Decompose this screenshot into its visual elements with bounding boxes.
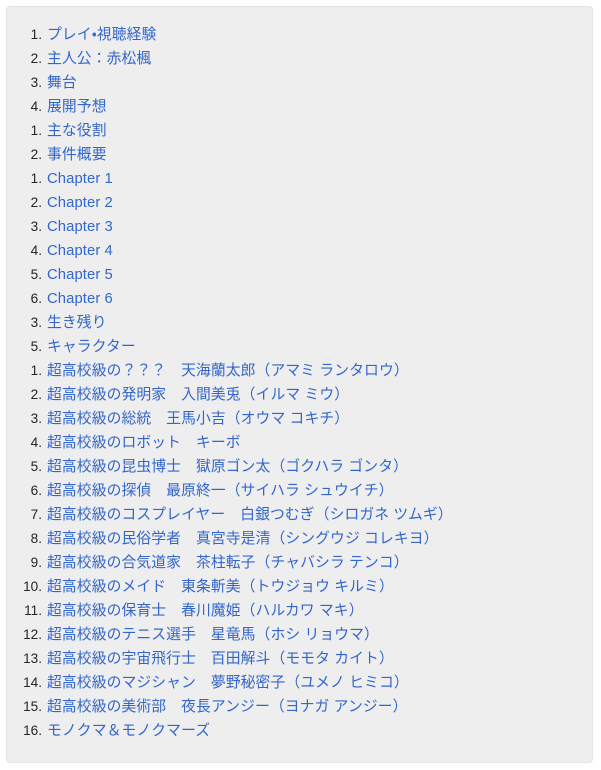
- list-item[interactable]: 10. 超高校級のメイド 東条斬美（トウジョウ キルミ）: [17, 575, 582, 599]
- toc-link[interactable]: 超高校級の昆虫博士 獄原ゴン太（ゴクハラ ゴンタ）: [47, 459, 408, 475]
- toc-number: 7.: [30, 507, 42, 522]
- toc-link[interactable]: 超高校級の保育士 春川魔姫（ハルカワ マキ）: [47, 603, 364, 619]
- toc-link[interactable]: 超高校級の宇宙飛行士 百田解斗（モモタ カイト）: [47, 651, 394, 667]
- toc-number: 4.: [30, 435, 42, 450]
- toc-link[interactable]: 超高校級の総統 王馬小吉（オウマ コキチ）: [47, 411, 349, 427]
- toc-item-stage[interactable]: 3. 舞台: [17, 71, 582, 95]
- list-item[interactable]: 15. 超高校級の美術部 夜長アンジー（ヨナガ アンジー）: [17, 695, 582, 719]
- toc-link[interactable]: Chapter 3: [47, 219, 113, 235]
- toc-link[interactable]: 超高校級の美術部 夜長アンジー（ヨナガ アンジー）: [47, 699, 408, 715]
- toc-number: 1.: [30, 123, 42, 138]
- toc-item-chapter-1[interactable]: 1. Chapter 1: [17, 167, 582, 191]
- toc-link[interactable]: Chapter 6: [47, 291, 113, 307]
- toc-item-main-roles[interactable]: 1. 主な役割: [17, 119, 582, 143]
- list-item[interactable]: 1. 超高校級の？？？ 天海蘭太郎（アマミ ランタロウ）: [17, 359, 582, 383]
- toc-number: 2.: [30, 147, 42, 162]
- toc-link[interactable]: 超高校級のメイド 東条斬美（トウジョウ キルミ）: [47, 579, 394, 595]
- toc-link[interactable]: 超高校級のコスプレイヤー 白銀つむぎ（シロガネ ツムギ）: [47, 507, 453, 523]
- toc-link[interactable]: Chapter 1: [47, 171, 113, 187]
- toc-number: 13.: [23, 651, 42, 666]
- toc-item-development-forecast[interactable]: 4. 展開予想: [17, 95, 582, 119]
- list-item[interactable]: 14. 超高校級のマジシャン 夢野秘密子（ユメノ ヒミコ）: [17, 671, 582, 695]
- list-item[interactable]: 12. 超高校級のテニス選手 星竜馬（ホシ リョウマ）: [17, 623, 582, 647]
- toc-item-characters[interactable]: 5. キャラクター: [17, 335, 582, 359]
- toc-link[interactable]: 舞台: [47, 75, 77, 91]
- toc-number: 5.: [30, 459, 42, 474]
- toc-item-chapter-3[interactable]: 3. Chapter 3: [17, 215, 582, 239]
- table-of-contents: 1. プレイ・視聴経験 2. 主人公：赤松楓 3. 舞台 4. 展開予想 1. 主な役割 …: [6, 6, 593, 763]
- toc-link[interactable]: モノクマ＆モノクマーズ: [47, 723, 210, 739]
- toc-item-protagonist[interactable]: 2. 主人公：赤松楓: [17, 47, 582, 71]
- toc-link[interactable]: 超高校級の民俗学者 真宮寺是清（シングウジ コレキヨ）: [47, 531, 439, 547]
- list-item[interactable]: 3. 超高校級の総統 王馬小吉（オウマ コキチ）: [17, 407, 582, 431]
- toc-number: 4.: [30, 243, 42, 258]
- list-item[interactable]: 7. 超高校級のコスプレイヤー 白銀つむぎ（シロガネ ツムギ）: [17, 503, 582, 527]
- toc-number: 2.: [30, 387, 42, 402]
- toc-level-2-list-development: 1. 主な役割 2. 事件概要 1. Chapter 1 2. Chapter 2 3.…: [17, 119, 582, 335]
- toc-link[interactable]: 超高校級の合気道家 茶柱転子（チャバシラ テンコ）: [47, 555, 409, 571]
- toc-item-chapter-6[interactable]: 6. Chapter 6: [17, 287, 582, 311]
- toc-item-chapter-5[interactable]: 5. Chapter 5: [17, 263, 582, 287]
- toc-link[interactable]: 超高校級のロボット キーボ: [47, 435, 241, 451]
- toc-number: 15.: [23, 699, 42, 714]
- toc-number: 3.: [30, 75, 42, 90]
- toc-number: 16.: [23, 723, 42, 738]
- toc-item-case-overview[interactable]: 2. 事件概要: [17, 143, 582, 167]
- toc-link[interactable]: Chapter 5: [47, 267, 113, 283]
- toc-item-chapter-4[interactable]: 4. Chapter 4: [17, 239, 582, 263]
- toc-content: 1. プレイ・視聴経験 2. 主人公：赤松楓 3. 舞台 4. 展開予想 1. 主な役割 …: [7, 7, 592, 753]
- toc-link[interactable]: 事件概要: [47, 147, 107, 163]
- toc-link[interactable]: 展開予想: [47, 99, 107, 115]
- toc-number: 2.: [30, 195, 42, 210]
- toc-link[interactable]: 生き残り: [47, 315, 107, 331]
- list-item[interactable]: 13. 超高校級の宇宙飛行士 百田解斗（モモタ カイト）: [17, 647, 582, 671]
- toc-number: 3.: [30, 315, 42, 330]
- list-item[interactable]: 9. 超高校級の合気道家 茶柱転子（チャバシラ テンコ）: [17, 551, 582, 575]
- toc-number: 6.: [30, 291, 42, 306]
- toc-link[interactable]: Chapter 4: [47, 243, 113, 259]
- toc-number: 10.: [23, 579, 42, 594]
- list-item[interactable]: 16. モノクマ＆モノクマーズ: [17, 719, 582, 743]
- toc-number: 1.: [30, 363, 42, 378]
- toc-number: 1.: [30, 27, 42, 42]
- toc-link[interactable]: 主人公：赤松楓: [47, 51, 151, 67]
- toc-number: 3.: [30, 219, 42, 234]
- list-item[interactable]: 8. 超高校級の民俗学者 真宮寺是清（シングウジ コレキヨ）: [17, 527, 582, 551]
- toc-number: 8.: [30, 531, 42, 546]
- toc-number: 5.: [30, 267, 42, 282]
- toc-link[interactable]: 超高校級のマジシャン 夢野秘密子（ユメノ ヒミコ）: [47, 675, 409, 691]
- toc-level-1-list: 1. プレイ・視聴経験 2. 主人公：赤松楓 3. 舞台 4. 展開予想 1. 主な役割 …: [17, 23, 582, 743]
- toc-link[interactable]: キャラクター: [47, 339, 136, 355]
- toc-number: 9.: [30, 555, 42, 570]
- toc-link[interactable]: プレイ・視聴経験: [47, 27, 156, 43]
- toc-number: 14.: [23, 675, 42, 690]
- list-item[interactable]: 4. 超高校級のロボット キーボ: [17, 431, 582, 455]
- toc-link[interactable]: 超高校級の？？？ 天海蘭太郎（アマミ ランタロウ）: [47, 363, 409, 379]
- toc-number: 2.: [30, 51, 42, 66]
- toc-link[interactable]: Chapter 2: [47, 195, 113, 211]
- list-item[interactable]: 6. 超高校級の探偵 最原終一（サイハラ シュウイチ）: [17, 479, 582, 503]
- toc-number: 4.: [30, 99, 42, 114]
- toc-number: 6.: [30, 483, 42, 498]
- toc-link[interactable]: 主な役割: [47, 123, 107, 139]
- list-item[interactable]: 5. 超高校級の昆虫博士 獄原ゴン太（ゴクハラ ゴンタ）: [17, 455, 582, 479]
- list-item[interactable]: 2. 超高校級の発明家 入間美兎（イルマ ミウ）: [17, 383, 582, 407]
- toc-item-survivors[interactable]: 3. 生き残り: [17, 311, 582, 335]
- toc-number: 1.: [30, 171, 42, 186]
- toc-number: 11.: [24, 603, 42, 618]
- toc-link[interactable]: 超高校級の探偵 最原終一（サイハラ シュウイチ）: [47, 483, 394, 499]
- toc-number: 12.: [23, 627, 42, 642]
- toc-item-play-experience[interactable]: 1. プレイ・視聴経験: [17, 23, 582, 47]
- toc-link[interactable]: 超高校級のテニス選手 星竜馬（ホシ リョウマ）: [47, 627, 379, 643]
- toc-number: 3.: [30, 411, 42, 426]
- toc-level-3-list-chapters: 1. Chapter 1 2. Chapter 2 3. Chapter 3 4. Ch…: [17, 167, 582, 311]
- toc-link[interactable]: 超高校級の発明家 入間美兎（イルマ ミウ）: [47, 387, 349, 403]
- toc-level-2-list-characters: 1. 超高校級の？？？ 天海蘭太郎（アマミ ランタロウ） 2. 超高校級の発明家 入…: [17, 359, 582, 743]
- toc-number: 5.: [30, 339, 42, 354]
- list-item[interactable]: 11. 超高校級の保育士 春川魔姫（ハルカワ マキ）: [17, 599, 582, 623]
- toc-item-chapter-2[interactable]: 2. Chapter 2: [17, 191, 582, 215]
